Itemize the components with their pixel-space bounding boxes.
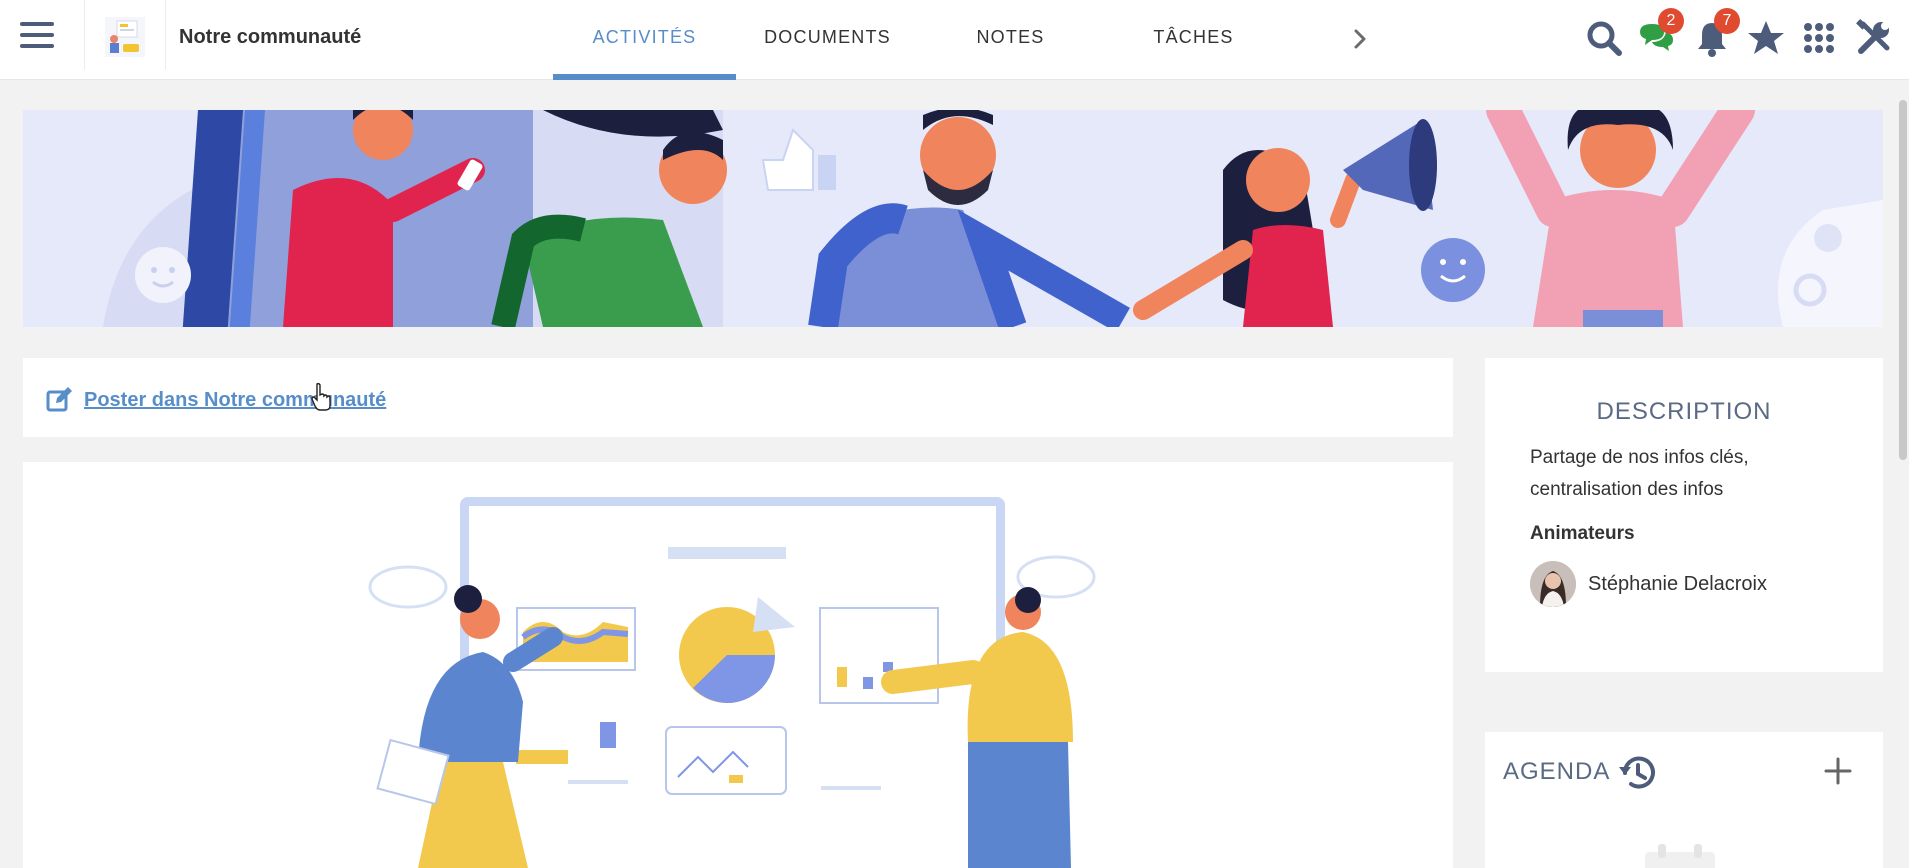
- divider: [84, 0, 85, 70]
- star-icon[interactable]: [1746, 18, 1786, 58]
- notifications-count-badge: 7: [1714, 8, 1740, 34]
- activity-composer: Poster dans Notre communauté: [23, 358, 1453, 437]
- hand-cursor-icon: [311, 382, 331, 411]
- tab-notes[interactable]: NOTES: [919, 0, 1102, 80]
- description-title: DESCRIPTION: [1596, 398, 1772, 425]
- search-icon[interactable]: [1584, 18, 1624, 58]
- scrollbar-thumb[interactable]: [1899, 100, 1907, 460]
- page-scrollbar[interactable]: [1897, 80, 1909, 868]
- hamburger-menu-icon[interactable]: [20, 22, 54, 52]
- history-icon[interactable]: [1616, 752, 1658, 794]
- apps-grid-icon[interactable]: [1799, 18, 1839, 58]
- agenda-card: AGENDA: [1485, 732, 1883, 868]
- tab-taches[interactable]: TÂCHES: [1102, 0, 1285, 80]
- chat-button[interactable]: 2: [1636, 8, 1684, 58]
- manager-name: Stéphanie Delacroix: [1588, 572, 1767, 595]
- tab-activites[interactable]: ACTIVITÉS: [553, 0, 736, 80]
- activity-stream-empty: [23, 462, 1453, 868]
- description-card: DESCRIPTION Partage de nos infos clés, c…: [1485, 358, 1883, 672]
- notifications-button[interactable]: 7: [1692, 8, 1740, 58]
- avatar-image: [1530, 561, 1576, 607]
- space-banner: [23, 110, 1883, 327]
- tools-icon[interactable]: [1853, 18, 1893, 58]
- calendar-empty-icon: [1645, 844, 1715, 868]
- tab-documents[interactable]: DOCUMENTS: [736, 0, 919, 80]
- space-name: Notre communauté: [179, 26, 362, 48]
- chevron-right-icon[interactable]: [1345, 24, 1375, 54]
- managers-title: Animateurs: [1530, 523, 1635, 544]
- description-text: Partage de nos infos clés, centralisatio…: [1530, 447, 1749, 500]
- plus-icon[interactable]: [1821, 754, 1855, 788]
- divider: [165, 0, 166, 70]
- empty-stream-illustration: [23, 462, 1453, 868]
- agenda-title: AGENDA: [1503, 758, 1611, 785]
- chat-count-badge: 2: [1658, 8, 1684, 34]
- manager-user[interactable]: Stéphanie Delacroix: [1530, 561, 1767, 607]
- avatar[interactable]: [1530, 561, 1576, 607]
- space-avatar-icon[interactable]: [105, 17, 145, 57]
- post-in-space-link[interactable]: Poster dans Notre communauté: [46, 386, 386, 414]
- edit-icon: [46, 387, 72, 412]
- banner-illustration: [23, 110, 1883, 327]
- post-in-space-label: Poster dans Notre communauté: [84, 388, 387, 411]
- top-bar: Notre communauté ACTIVITÉS DOCUMENTS NOT…: [0, 0, 1909, 80]
